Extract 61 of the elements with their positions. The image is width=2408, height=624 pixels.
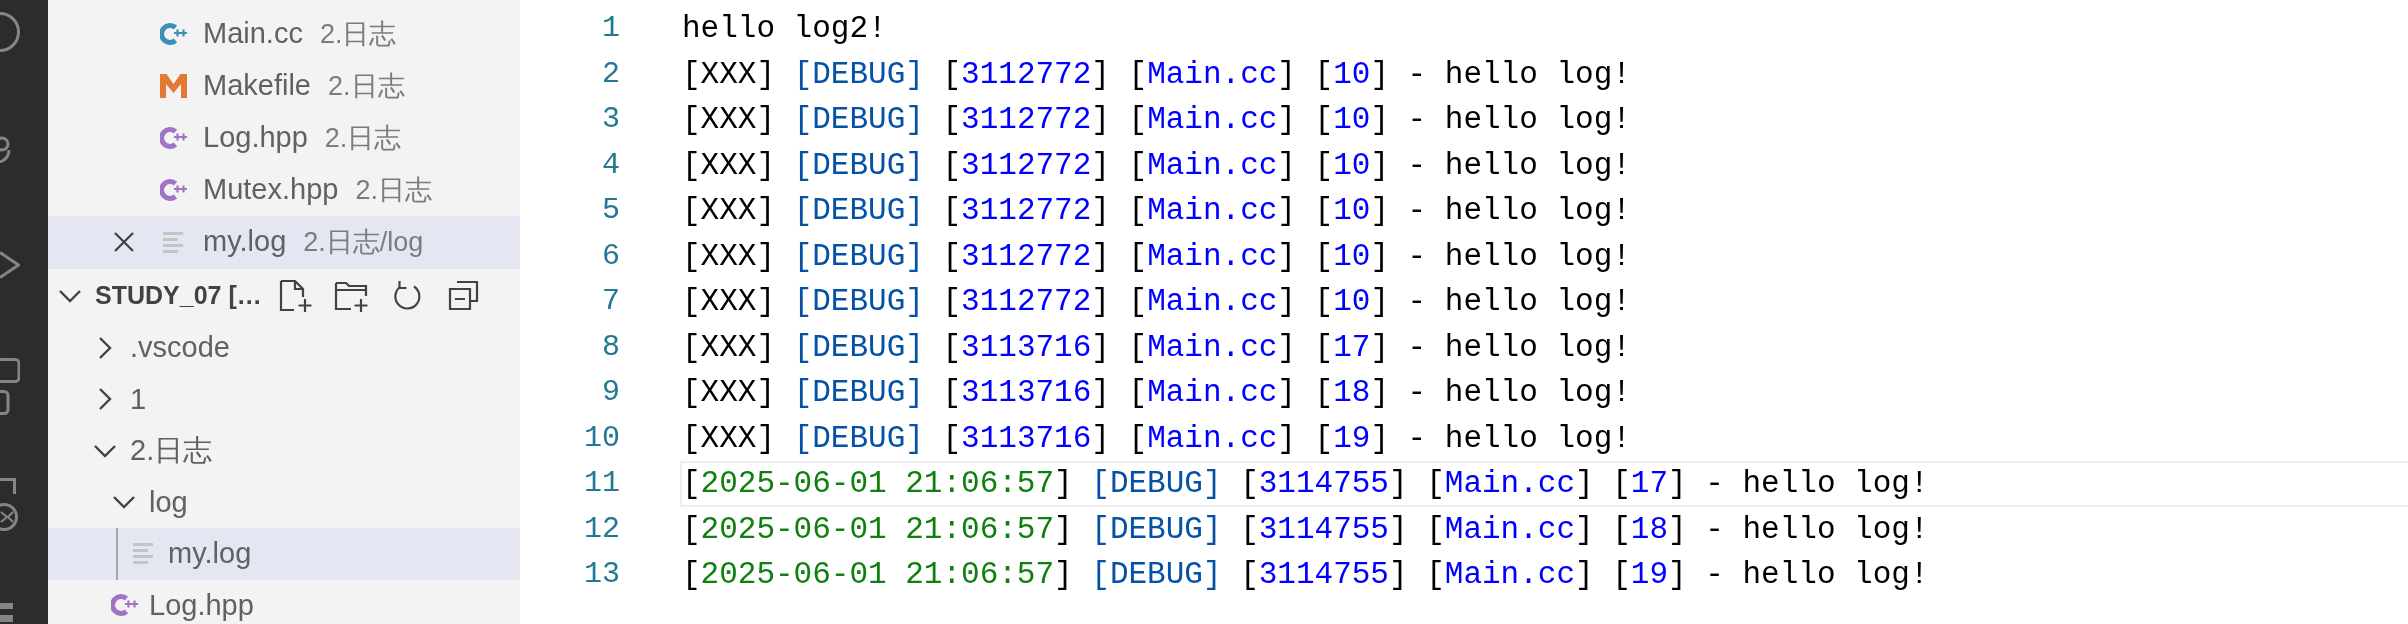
folder-path-label: 2.日志 bbox=[328, 69, 405, 103]
tree-item[interactable]: log bbox=[48, 476, 520, 528]
open-editor-item[interactable]: Mutex.hpp 2.日志 bbox=[48, 164, 520, 216]
squares-icon[interactable] bbox=[0, 358, 20, 415]
chevron-right-icon[interactable] bbox=[98, 387, 112, 412]
chevron-down-icon[interactable] bbox=[93, 443, 117, 458]
line-number: 8 bbox=[601, 328, 620, 366]
open-editor-item[interactable]: Log.hpp 2.日志 bbox=[48, 112, 520, 164]
line-number: 5 bbox=[601, 192, 620, 229]
line-number: 3 bbox=[601, 101, 620, 138]
line-number: 10 bbox=[583, 419, 620, 457]
chevron-right-icon[interactable] bbox=[98, 335, 112, 360]
text-file-icon bbox=[133, 543, 153, 565]
code-line: [XXX] [DEBUG] [3113716] [Main.cc] [17] - hello log! bbox=[682, 328, 1631, 367]
code-line: [2025-06-01 21:06:57] [DEBUG] [3114755] [Main.cc] [17] - hello log! bbox=[682, 465, 1929, 503]
bars-icon[interactable] bbox=[0, 600, 13, 622]
code-line: [XXX] [DEBUG] [3112772] [Main.cc] [10] - hello log! bbox=[682, 192, 1631, 230]
open-editor-item[interactable]: Main.cc 2.日志 bbox=[48, 8, 520, 60]
chevron-down-icon[interactable] bbox=[112, 495, 136, 510]
cpp-icon bbox=[159, 177, 187, 203]
workspace-title[interactable]: STUDY_07 [… bbox=[95, 276, 262, 315]
line-number: 4 bbox=[601, 146, 620, 184]
text-file-icon bbox=[163, 231, 183, 253]
code-line: [XXX] [DEBUG] [3113716] [Main.cc] [19] - hello log! bbox=[682, 419, 1631, 458]
makefile-icon bbox=[159, 74, 187, 98]
code-line: [2025-06-01 21:06:57] [DEBUG] [3114755] [Main.cc] [18] - hello log! bbox=[682, 510, 1929, 549]
code-line: [XXX] [DEBUG] [3112772] [Main.cc] [10] - hello log! bbox=[682, 101, 1631, 139]
chevron-down-icon[interactable] bbox=[58, 288, 82, 303]
new-file-icon[interactable] bbox=[277, 278, 312, 313]
folder-path-label: 2.日志 bbox=[319, 17, 397, 51]
line-number: 2 bbox=[601, 55, 620, 93]
open-editor-item[interactable]: my.log 2.日志/log bbox=[48, 216, 520, 268]
folder-path-label: 2.日志 bbox=[355, 173, 432, 207]
line-number: 13 bbox=[583, 556, 620, 593]
close-icon[interactable] bbox=[113, 231, 135, 253]
cpp-icon bbox=[159, 21, 187, 47]
open-editor-item[interactable]: Makefile 2.日志 bbox=[48, 60, 520, 112]
cpp-icon bbox=[110, 592, 138, 619]
code-line: [XXX] [DEBUG] [3112772] [Main.cc] [10] - hello log! bbox=[682, 146, 1631, 185]
line-number: 12 bbox=[583, 510, 620, 548]
tree-item[interactable]: 2.日志 bbox=[48, 425, 520, 477]
folder-path-label: 2.日志/log bbox=[303, 225, 424, 259]
tree-item[interactable]: .vscode bbox=[48, 322, 520, 374]
line-number: 1 bbox=[601, 10, 620, 47]
circle-cross-icon[interactable] bbox=[0, 478, 20, 531]
line-number: 9 bbox=[601, 374, 620, 411]
tree-item[interactable]: my.log bbox=[48, 528, 520, 580]
tree-item[interactable]: Log.hpp bbox=[48, 579, 520, 624]
line-number: 6 bbox=[601, 237, 620, 275]
code-line: [2025-06-01 21:06:57] [DEBUG] [3114755] [Main.cc] [19] - hello log! bbox=[682, 556, 1929, 594]
code-line: [XXX] [DEBUG] [3112772] [Main.cc] [10] - hello log! bbox=[682, 237, 1631, 276]
code-line: [XXX] [DEBUG] [3113716] [Main.cc] [18] - hello log! bbox=[682, 374, 1631, 412]
code-line: [XXX] [DEBUG] [3112772] [Main.cc] [10] - hello log! bbox=[682, 55, 1631, 94]
line-number: 7 bbox=[601, 283, 620, 320]
line-number: 11 bbox=[583, 465, 620, 502]
tree-item[interactable]: 1 bbox=[48, 373, 520, 425]
cpp-icon bbox=[159, 125, 187, 151]
code-line: hello log2! bbox=[682, 10, 887, 48]
branch-icon[interactable] bbox=[0, 136, 13, 163]
folder-path-label: 2.日志 bbox=[324, 121, 402, 155]
code-line: [XXX] [DEBUG] [3112772] [Main.cc] [10] - hello log! bbox=[682, 283, 1631, 321]
